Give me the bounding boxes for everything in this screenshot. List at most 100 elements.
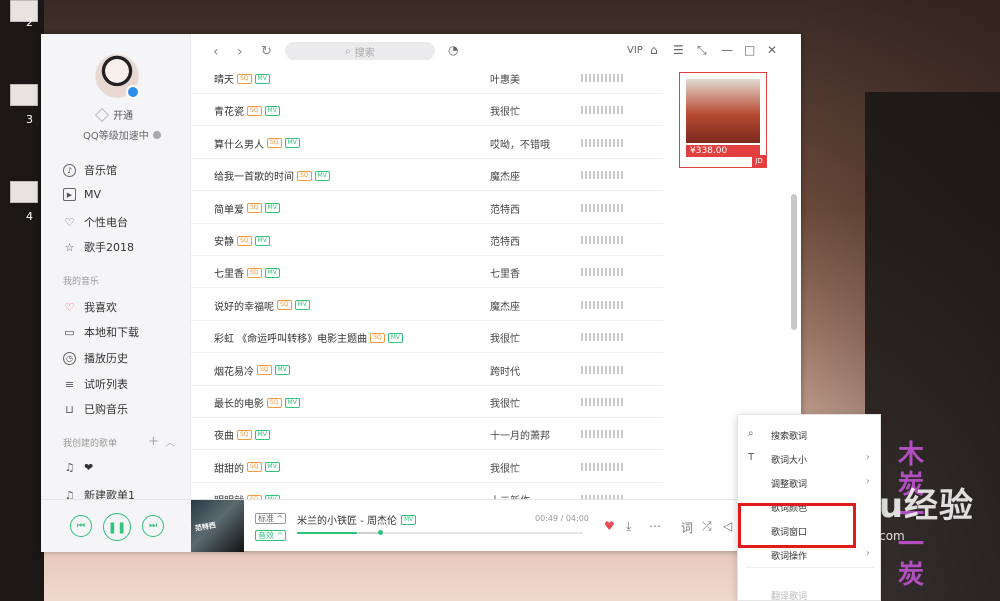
song-row[interactable]: 简单爱 SQ MV 范特西 [191, 192, 663, 224]
album-name[interactable]: 魔杰座 [490, 168, 520, 183]
sidebar-item-radio[interactable]: ♡ 个性电台 [63, 214, 128, 230]
avatar[interactable] [95, 54, 140, 99]
song-row[interactable]: 给我一首歌的时间 SQ MV 魔杰座 [191, 159, 663, 192]
download-icon[interactable]: ⤓ [626, 519, 631, 534]
song-row[interactable]: 七里香 SQ MV 七里香 [191, 256, 663, 289]
add-playlist-icon[interactable]: + [148, 434, 159, 449]
progress-knob[interactable] [377, 530, 383, 535]
desktop-icon[interactable] [10, 0, 38, 22]
refresh-icon[interactable]: ↻ [261, 44, 272, 59]
maximize-icon[interactable]: □ [744, 43, 755, 57]
album-name[interactable]: 魔杰座 [490, 298, 520, 313]
now-playing[interactable]: 米兰的小铁匠 - 周杰伦 MV [297, 512, 417, 527]
lyrics-icon[interactable]: 词 [681, 519, 693, 536]
mv-badge[interactable]: MV [264, 203, 280, 214]
mv-badge[interactable]: MV [264, 267, 280, 278]
sidebar-item-trial-list[interactable]: ≡ 试听列表 [63, 376, 128, 392]
album-name[interactable]: 我很忙 [490, 460, 520, 475]
sidebar-item-favorites[interactable]: ♡ 我喜欢 [63, 299, 117, 315]
next-button[interactable]: ⏭ [142, 515, 164, 537]
menu-item[interactable]: T 歌词大小 › [738, 447, 882, 471]
mv-badge[interactable]: MV [264, 105, 280, 116]
vip-open[interactable]: 开通 [94, 107, 133, 122]
playlist-item-heart[interactable]: ♫ ❤ [63, 461, 94, 474]
mv-badge[interactable]: MV [264, 462, 280, 473]
album-name[interactable]: 跨时代 [490, 363, 520, 378]
more-icon[interactable]: ⋯ [649, 519, 661, 533]
sidebar-item-local[interactable]: ▭ 本地和下载 [63, 324, 139, 340]
timer-icon[interactable]: ◔ [448, 43, 458, 57]
desktop-left-strip: 2 3 4 [0, 0, 44, 601]
song-row[interactable]: 明明就SQMV 十二新作 [191, 483, 663, 499]
effect-button[interactable]: 音效 ^ [255, 530, 287, 541]
song-row[interactable]: 甜甜的 SQ MV 我很忙 [191, 451, 663, 483]
album-cover[interactable]: 范特西 [191, 500, 244, 552]
pause-button[interactable]: ❚❚ [103, 513, 131, 541]
sidebar-item-mv[interactable]: ▶ MV [63, 188, 101, 201]
song-row[interactable]: 最长的电影 SQ MV 我很忙 [191, 386, 663, 418]
menu-item[interactable]: 调整歌词 › [738, 471, 882, 495]
progress-bar[interactable] [297, 530, 583, 535]
scrollbar[interactable] [791, 194, 797, 330]
minimize-icon[interactable]: — [721, 43, 733, 57]
collapse-icon[interactable]: ︿ [165, 434, 175, 449]
vip-button[interactable]: VIP [627, 45, 643, 56]
qq-level[interactable]: QQ等级加速中 [83, 127, 161, 142]
album-name[interactable]: 我很忙 [490, 330, 520, 345]
quality-button[interactable]: 标准 ^ [255, 513, 287, 524]
mini-mode-icon[interactable]: ⤡ [697, 43, 707, 58]
mv-badge[interactable]: MV [254, 429, 270, 440]
album-name[interactable]: 哎呦，不错哦 [490, 136, 550, 151]
album-name[interactable]: 我很忙 [490, 395, 520, 410]
mv-badge[interactable]: MV [314, 170, 330, 181]
mv-badge[interactable]: MV [294, 300, 310, 311]
song-title-cell: 甜甜的 SQ MV [214, 460, 280, 475]
diamond-icon [94, 107, 110, 122]
sidebar-item-music-hall[interactable]: ♪ 音乐馆 [63, 162, 117, 178]
volume-icon[interactable]: ◁ [723, 519, 732, 533]
album-name[interactable]: 七里香 [490, 265, 520, 280]
song-row[interactable]: 算什么男人 SQ MV 哎呦，不错哦 [191, 127, 663, 159]
song-title-cell: 明明就SQMV [214, 492, 280, 499]
song-title: 说好的幸福呢 [214, 301, 274, 313]
desktop-icon[interactable] [10, 84, 38, 106]
menu-icon[interactable]: ☰ [673, 43, 684, 57]
forward-icon[interactable]: › [237, 44, 243, 60]
song-title-cell: 彩虹 《命运呼叫转移》电影主题曲 SQ MV [214, 330, 403, 345]
song-row[interactable]: 说好的幸福呢 SQ MV 魔杰座 [191, 289, 663, 321]
monitor-icon: ▭ [64, 325, 75, 339]
song-row[interactable]: 夜曲 SQ MV 十一月的萧邦 [191, 418, 663, 451]
song-row[interactable]: 彩虹 《命运呼叫转移》电影主题曲 SQ MV 我很忙 [191, 321, 663, 354]
mv-badge[interactable]: MV [387, 332, 403, 343]
mv-badge[interactable]: MV [254, 235, 270, 246]
close-icon[interactable]: ✕ [767, 43, 777, 57]
song-row[interactable]: 青花瓷 SQ MV 我很忙 [191, 94, 663, 127]
menu-item[interactable]: 翻译歌词 [738, 583, 882, 601]
mv-badge[interactable]: MV [284, 397, 300, 408]
shuffle-icon[interactable]: ⤮ [702, 519, 712, 534]
mv-badge[interactable]: MV [284, 138, 300, 149]
skin-icon[interactable]: ⌂ [650, 43, 658, 57]
song-row[interactable]: 安静 SQ MV 范特西 [191, 224, 663, 256]
album-name[interactable]: 范特西 [490, 201, 520, 216]
song-row[interactable]: 晴天 SQ MV 叶惠美 [191, 68, 663, 94]
sidebar-item-singer[interactable]: ☆ 歌手2018 [63, 239, 134, 255]
ad-panel[interactable]: ¥338.00 JD [679, 72, 767, 168]
previous-button[interactable]: ⏮ [70, 515, 92, 537]
mv-badge[interactable]: MV [274, 365, 290, 376]
album-name[interactable]: 叶惠美 [490, 71, 520, 86]
album-name[interactable]: 十一月的萧邦 [490, 427, 550, 442]
menu-item[interactable]: ⌕ 搜索歌词 [738, 423, 882, 447]
desktop-icon[interactable] [10, 181, 38, 203]
album-name[interactable]: 我很忙 [490, 103, 520, 118]
search-input[interactable]: ⌕ 搜索 [285, 42, 435, 60]
mv-badge[interactable]: MV [254, 73, 270, 84]
album-name[interactable]: 十二新作 [490, 492, 530, 499]
like-heart-icon[interactable]: ♥ [604, 519, 615, 533]
sidebar-item-purchased[interactable]: ⊔ 已购音乐 [63, 401, 128, 417]
sidebar-item-history[interactable]: ◷ 播放历史 [63, 350, 128, 366]
song-row[interactable]: 烟花易冷 SQ MV 跨时代 [191, 354, 663, 386]
back-icon[interactable]: ‹ [213, 44, 219, 60]
album-name[interactable]: 范特西 [490, 233, 520, 248]
now-playing-mv[interactable]: MV [400, 514, 417, 525]
